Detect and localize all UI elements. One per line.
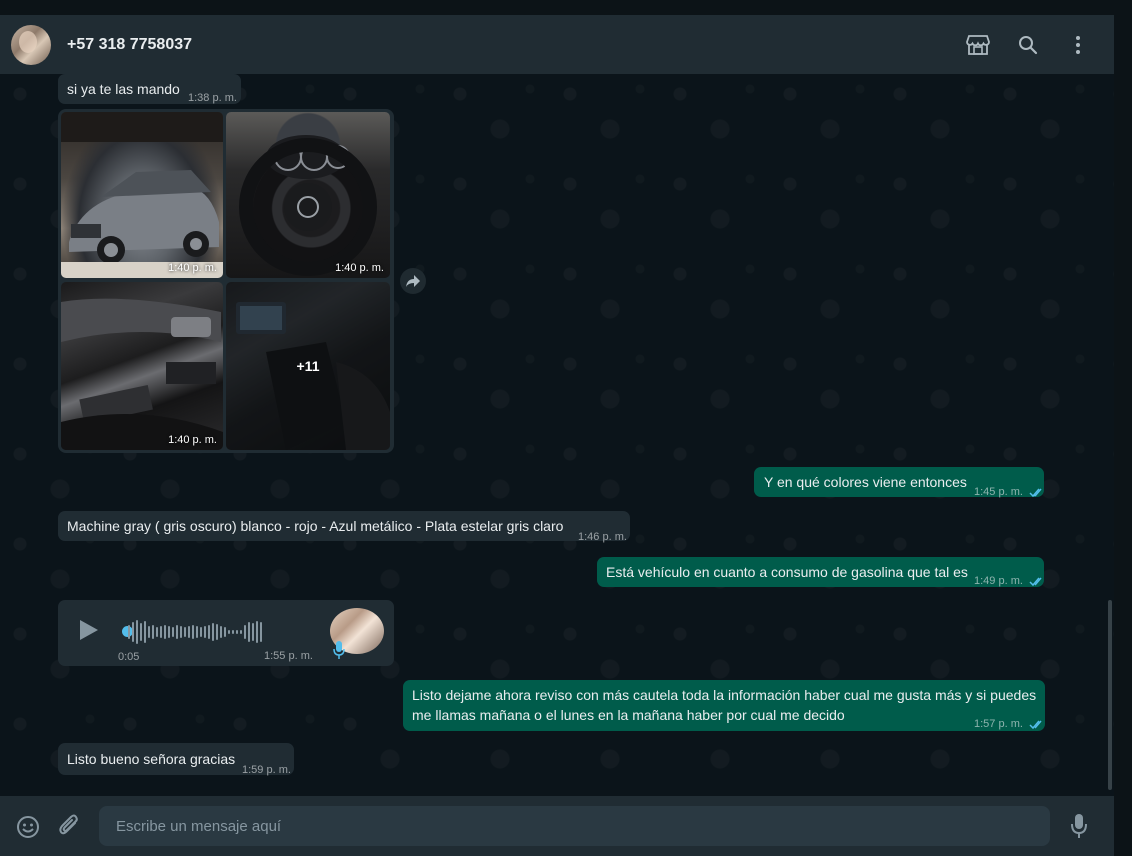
waveform-bar <box>228 630 230 634</box>
microphone-icon[interactable] <box>1068 812 1090 840</box>
message-meta: 1:45 p. m. <box>974 482 1045 502</box>
waveform-bar <box>156 627 158 637</box>
waveform-bar <box>180 626 182 638</box>
message-outgoing: Y en qué colores viene entonces 1:45 p. … <box>754 467 1044 498</box>
waveform-bar <box>256 621 258 643</box>
waveform-bar <box>152 625 154 639</box>
emoji-icon[interactable] <box>15 814 41 840</box>
waveform-bar <box>164 625 166 639</box>
contact-name[interactable]: +57 318 7758037 <box>67 36 192 54</box>
message-incoming: Listo bueno señora gracias 1:59 p. m. <box>58 743 294 776</box>
waveform-bar <box>136 620 138 644</box>
waveform-bar <box>188 626 190 638</box>
waveform-bar <box>252 623 254 641</box>
message-text: Listo bueno señora gracias <box>67 751 236 767</box>
message-meta: 1:57 p. m. <box>974 714 1045 734</box>
microphone-icon <box>332 640 346 665</box>
photo-car-exterior[interactable]: 1:40 p. m. <box>61 112 223 278</box>
photo-time: 1:40 p. m. <box>168 262 217 274</box>
voice-duration: 0:05 <box>118 651 140 663</box>
read-ticks-icon <box>1029 577 1042 586</box>
waveform-bar <box>144 621 146 643</box>
waveform-bar <box>160 626 162 638</box>
message-time: 1:59 p. m. <box>242 764 291 776</box>
waveform-bar <box>232 630 234 634</box>
waveform-bar <box>192 625 194 639</box>
waveform-bar <box>168 626 170 638</box>
message-incoming: si ya te las mando 1:38 p. m. <box>58 74 241 104</box>
chat-scrollbar[interactable] <box>1108 600 1112 790</box>
waveform-bar <box>148 626 150 638</box>
waveform-bar <box>204 626 206 638</box>
contact-avatar[interactable] <box>11 24 51 65</box>
waveform-bar <box>208 625 210 639</box>
message-input[interactable] <box>99 806 1050 846</box>
message-text: Y en qué colores viene entonces <box>764 474 967 490</box>
photo-time: 1:40 p. m. <box>335 262 384 274</box>
message-text-line1: Listo dejame ahora reviso con más cautel… <box>412 687 1037 703</box>
message-time: 1:45 p. m. <box>974 486 1023 498</box>
message-text: Está vehículo en cuanto a consumo de gas… <box>606 564 968 580</box>
message-text-line2: me llamas mañana o el lunes en la mañana… <box>412 707 845 723</box>
voice-waveform[interactable] <box>128 620 262 644</box>
header-actions <box>966 15 1114 74</box>
waveform-bar <box>260 622 262 642</box>
message-time: 1:57 p. m. <box>974 718 1023 730</box>
waveform-bar <box>220 626 222 638</box>
message-text: Machine gray ( gris oscuro) blanco - roj… <box>67 518 564 534</box>
waveform-bar <box>236 630 238 634</box>
message-incoming: Machine gray ( gris oscuro) blanco - roj… <box>58 511 630 543</box>
waveform-bar <box>140 623 142 641</box>
waveform-bar <box>240 630 242 634</box>
media-gallery: 1:40 p. m. 1:40 p. m. 1:40 p. m. +11 <box>58 109 394 453</box>
search-icon[interactable] <box>1016 33 1040 57</box>
read-ticks-icon <box>1029 720 1042 729</box>
message-time: 1:38 p. m. <box>188 92 237 104</box>
message-time: 1:46 p. m. <box>578 531 627 543</box>
photo-steering-wheel[interactable]: 1:40 p. m. <box>226 112 390 278</box>
shop-icon[interactable] <box>966 33 990 57</box>
waveform-bar <box>172 627 174 637</box>
waveform-bar <box>132 622 134 642</box>
waveform-bar <box>200 627 202 637</box>
waveform-bar <box>248 622 250 642</box>
menu-dots-icon[interactable] <box>1066 33 1090 57</box>
waveform-bar <box>224 627 226 637</box>
waveform-bar <box>184 627 186 637</box>
message-outgoing: Listo dejame ahora reviso con más cautel… <box>403 680 1045 731</box>
waveform-bar <box>216 624 218 640</box>
forward-icon[interactable] <box>400 268 426 294</box>
chat-header: +57 318 7758037 <box>0 15 1114 74</box>
message-time: 1:55 p. m. <box>264 650 313 662</box>
message-text: si ya te las mando <box>67 81 180 97</box>
message-time: 1:49 p. m. <box>974 575 1023 587</box>
play-icon[interactable] <box>78 618 100 647</box>
message-outgoing: Está vehículo en cuanto a consumo de gas… <box>597 557 1044 587</box>
window-top-strip <box>0 0 1132 15</box>
photo-door-panel[interactable]: 1:40 p. m. <box>61 282 223 450</box>
waveform-bar <box>244 625 246 639</box>
waveform-bar <box>128 625 130 639</box>
attach-icon[interactable] <box>57 814 81 838</box>
waveform-bar <box>196 626 198 638</box>
message-meta: 1:49 p. m. <box>974 571 1045 591</box>
window-right-edge <box>1114 15 1132 856</box>
read-ticks-icon <box>1029 488 1042 497</box>
waveform-bar <box>176 625 178 639</box>
photo-interior-console[interactable]: +11 <box>226 282 390 450</box>
waveform-bar <box>212 623 214 641</box>
more-photos-overlay[interactable]: +11 <box>226 282 390 450</box>
photo-time: 1:40 p. m. <box>168 434 217 446</box>
composer-bar <box>0 796 1114 856</box>
